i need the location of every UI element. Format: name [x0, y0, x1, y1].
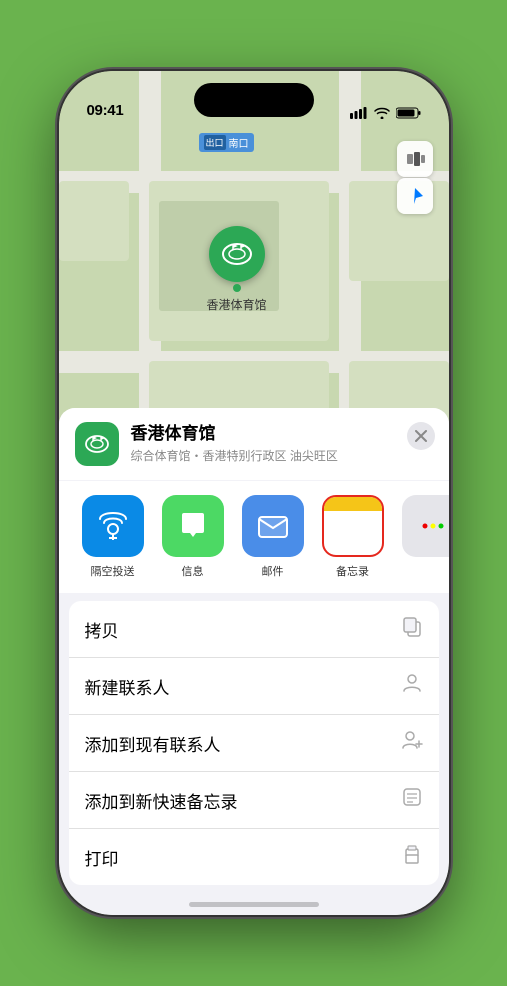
map-controls: [397, 141, 433, 214]
printer-icon-svg: [401, 843, 423, 865]
phone-screen: 09:41: [59, 71, 449, 915]
map-icon: [405, 149, 425, 169]
share-item-notes[interactable]: 备忘录: [313, 495, 393, 579]
action-list: 拷贝 新建联系人: [69, 601, 439, 885]
home-indicator: [189, 902, 319, 907]
location-button[interactable]: [397, 178, 433, 214]
phone-frame: 09:41: [59, 71, 449, 915]
person-icon-svg: [401, 672, 423, 694]
action-add-existing-label: 添加到现有联系人: [85, 731, 221, 756]
close-button[interactable]: [407, 422, 435, 450]
share-item-more[interactable]: [393, 495, 449, 579]
messages-icon-bg: [162, 495, 224, 557]
map-type-button[interactable]: [397, 141, 433, 177]
action-new-contact[interactable]: 新建联系人: [69, 658, 439, 715]
battery-icon: [396, 107, 421, 119]
stadium-pin: 香港体育馆: [207, 226, 267, 313]
bottom-sheet: 香港体育馆 综合体育馆・香港特别行政区 油尖旺区: [59, 408, 449, 915]
notes-label: 备忘录: [336, 563, 369, 579]
location-name: 香港体育馆: [131, 424, 433, 444]
copy-icon: [401, 615, 423, 643]
location-info: 香港体育馆 综合体育馆・香港特别行政区 油尖旺区: [131, 424, 433, 463]
mail-icon-bg: [242, 495, 304, 557]
action-copy[interactable]: 拷贝: [69, 601, 439, 658]
messages-label: 信息: [182, 563, 204, 579]
action-print[interactable]: 打印: [69, 829, 439, 885]
more-icon-bg: [402, 495, 449, 557]
printer-icon: [401, 843, 423, 871]
action-print-label: 打印: [85, 845, 119, 870]
share-row: 隔空投送 信息: [59, 481, 449, 593]
location-venue-icon: [75, 422, 119, 466]
person-add-icon: [401, 729, 423, 757]
messages-icon: [174, 507, 212, 545]
note-icon-svg: [401, 786, 423, 808]
action-new-contact-label: 新建联系人: [85, 674, 170, 699]
status-time: 09:41: [87, 102, 124, 119]
pin-circle: [209, 226, 265, 282]
stadium-icon: [219, 236, 255, 272]
mail-icon: [254, 507, 292, 545]
share-item-messages[interactable]: 信息: [153, 495, 233, 579]
action-add-existing[interactable]: 添加到现有联系人: [69, 715, 439, 772]
share-item-airdrop[interactable]: 隔空投送: [73, 495, 153, 579]
notes-lines-container: [347, 511, 359, 555]
signal-icon: [350, 107, 368, 119]
dynamic-island: [194, 83, 314, 117]
notes-icon-bg: [322, 495, 384, 557]
note-icon: [401, 786, 423, 814]
wifi-icon: [374, 107, 390, 119]
status-icons: [350, 107, 421, 119]
mail-label: 邮件: [262, 563, 284, 579]
more-dots-icon: [418, 511, 448, 541]
location-header: 香港体育馆 综合体育馆・香港特别行政区 油尖旺区: [59, 408, 449, 480]
copy-icon-svg: [401, 615, 423, 637]
person-icon: [401, 672, 423, 700]
location-arrow-icon: [405, 186, 425, 206]
pin-label: 香港体育馆: [207, 296, 267, 313]
close-icon: [415, 430, 427, 442]
airdrop-icon-bg: [82, 495, 144, 557]
venue-icon: [83, 430, 111, 458]
airdrop-icon: [94, 507, 132, 545]
airdrop-label: 隔空投送: [91, 563, 135, 579]
action-copy-label: 拷贝: [85, 617, 119, 642]
notes-yellow-bar: [324, 497, 382, 511]
location-subtitle: 综合体育馆・香港特别行政区 油尖旺区: [131, 447, 433, 464]
pin-dot: [233, 284, 241, 292]
action-add-note[interactable]: 添加到新快速备忘录: [69, 772, 439, 829]
home-indicator-container: [59, 885, 449, 915]
action-add-note-label: 添加到新快速备忘录: [85, 788, 238, 813]
map-south-exit-label: 出口 南口: [199, 133, 254, 152]
share-item-mail[interactable]: 邮件: [233, 495, 313, 579]
person-add-icon-svg: [401, 729, 423, 751]
